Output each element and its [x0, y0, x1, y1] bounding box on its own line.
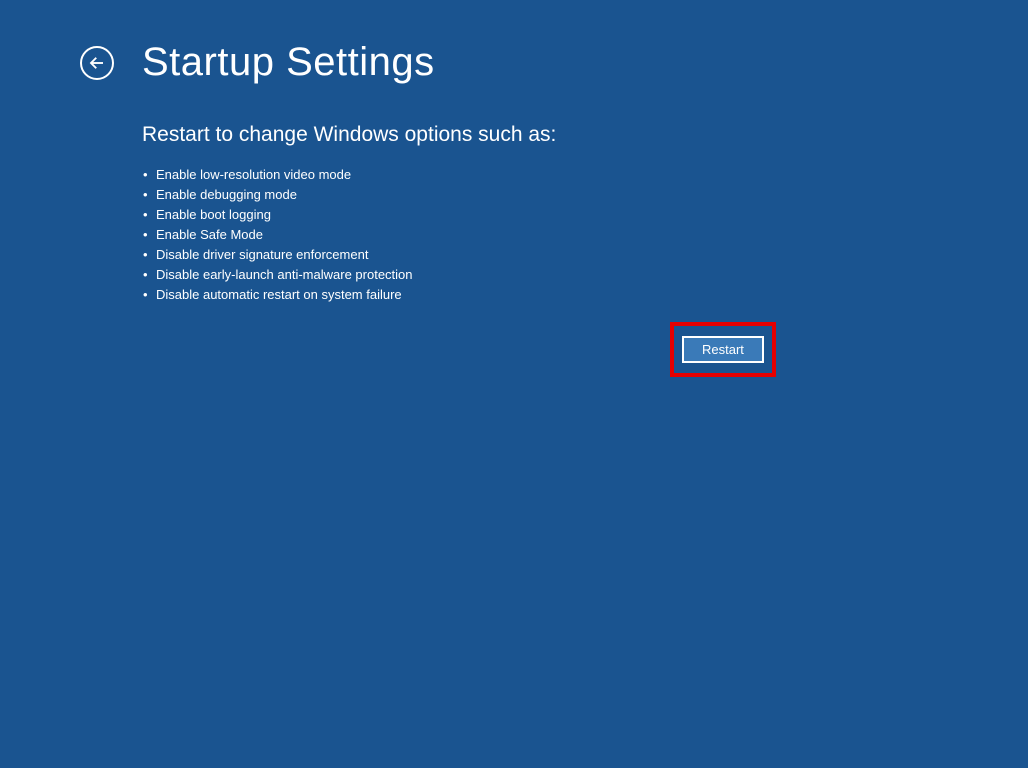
- header: Startup Settings: [0, 0, 1028, 85]
- list-item: Enable low-resolution video mode: [156, 165, 1028, 185]
- action-row: Restart: [670, 322, 776, 377]
- list-item: Disable automatic restart on system fail…: [156, 285, 1028, 305]
- startup-options-list: Enable low-resolution video mode Enable …: [142, 165, 1028, 305]
- subtitle-text: Restart to change Windows options such a…: [142, 123, 1028, 147]
- list-item: Disable driver signature enforcement: [156, 245, 1028, 265]
- list-item: Enable Safe Mode: [156, 225, 1028, 245]
- back-button[interactable]: [80, 46, 114, 80]
- restart-button[interactable]: Restart: [682, 336, 764, 363]
- list-item: Disable early-launch anti-malware protec…: [156, 265, 1028, 285]
- list-item: Enable boot logging: [156, 205, 1028, 225]
- back-arrow-icon: [88, 54, 106, 72]
- highlight-annotation: Restart: [670, 322, 776, 377]
- list-item: Enable debugging mode: [156, 185, 1028, 205]
- main-content: Restart to change Windows options such a…: [0, 85, 1028, 305]
- page-title: Startup Settings: [142, 40, 435, 85]
